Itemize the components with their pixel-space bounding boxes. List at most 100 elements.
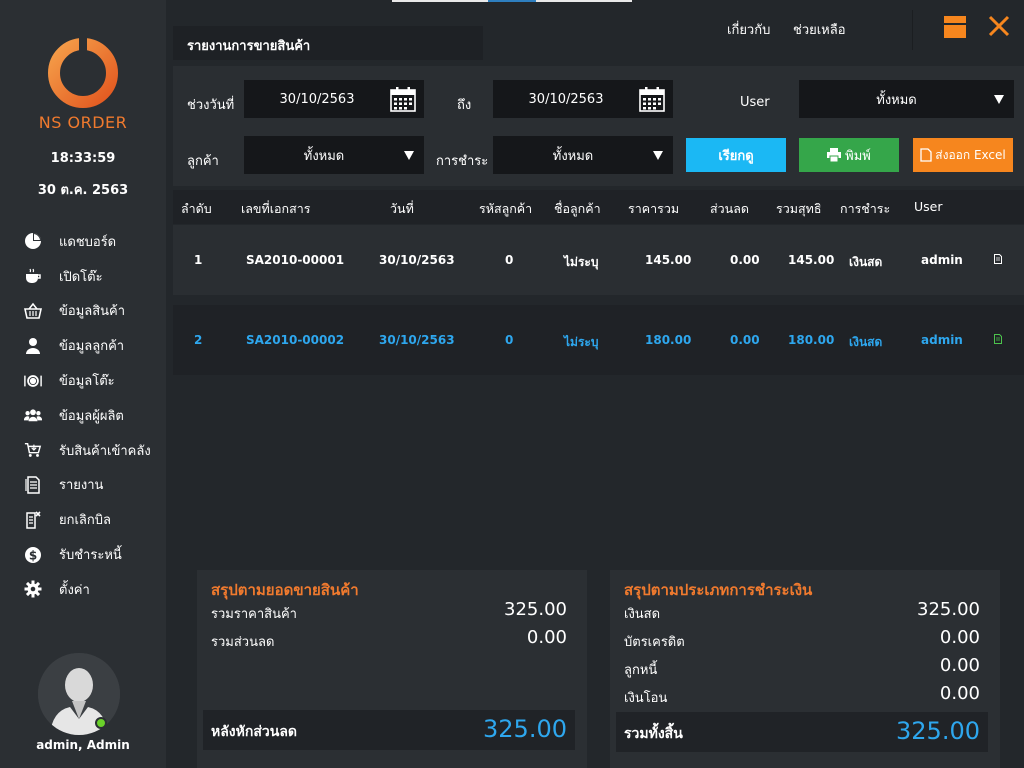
close-icon[interactable]: [988, 15, 1010, 37]
summary-value: 325.00: [917, 599, 980, 620]
payment-select-value: ทั้งหมด: [552, 148, 594, 164]
summary-value: 0.00: [939, 627, 980, 648]
top-tab-strips: [392, 0, 632, 2]
customer-select[interactable]: ทั้งหมด: [244, 136, 424, 174]
table-row[interactable]: 2 SA2010-00002 30/10/2563 0 ไม่ระบุ 180.…: [173, 305, 1024, 375]
avatar[interactable]: [38, 653, 120, 735]
customer-label: ลูกค้า: [187, 154, 219, 169]
sidebar-item-label: รับชำระหนี้: [59, 548, 122, 564]
column-header[interactable]: User: [914, 199, 943, 214]
column-header[interactable]: ลำดับ: [181, 199, 212, 219]
sidebar-item-debt-payment[interactable]: $ รับชำระหนี้: [0, 537, 166, 572]
table-row[interactable]: 1 SA2010-00001 30/10/2563 0 ไม่ระบุ 145.…: [173, 225, 1024, 295]
search-button[interactable]: เรียกดู: [686, 138, 786, 172]
gear-icon: [24, 580, 42, 598]
summary-value: 325.00: [504, 599, 567, 620]
cell-no: 2: [194, 333, 203, 347]
group-icon: [24, 406, 42, 424]
cell-payment: เงินสด: [849, 335, 883, 349]
export-excel-label: ส่งออก Excel: [935, 147, 1006, 162]
column-header[interactable]: ราคารวม: [628, 199, 679, 219]
user-silhouette-icon: [38, 653, 120, 735]
clock: 18:33:59: [50, 151, 116, 166]
current-date: 30 ต.ค. 2563: [37, 183, 129, 198]
sidebar-item-label: ตั้งค่า: [59, 582, 90, 598]
summary-value: 0.00: [939, 683, 980, 704]
cell-net: 180.00: [788, 333, 835, 347]
document-icon: [24, 476, 42, 494]
cell-total: 180.00: [645, 333, 692, 347]
export-excel-button[interactable]: ส่งออก Excel: [913, 138, 1013, 172]
user-filter-label: User: [740, 95, 770, 110]
about-link[interactable]: เกี่ยวกับ: [727, 19, 770, 40]
date-to-field[interactable]: 30/10/2563: [493, 80, 673, 118]
sidebar-item-customers[interactable]: ข้อมูลลูกค้า: [0, 328, 166, 363]
column-header[interactable]: เลขที่เอกสาร: [241, 199, 310, 219]
header-divider: [912, 10, 913, 50]
online-status-indicator: [95, 717, 107, 729]
column-header[interactable]: ชื่อลูกค้า: [554, 199, 601, 219]
cancel-doc-icon: [24, 511, 42, 529]
brand-name: NS ORDER: [38, 113, 128, 132]
summary-value: 0.00: [939, 655, 980, 676]
sidebar-item-products[interactable]: ข้อมูลสินค้า: [0, 294, 166, 329]
sidebar-item-open-table[interactable]: เปิดโต๊ะ: [0, 259, 166, 294]
sidebar-item-label: เปิดโต๊ะ: [59, 269, 103, 285]
column-header[interactable]: ส่วนลด: [710, 199, 749, 219]
sidebar-item-label: แดชบอร์ด: [59, 234, 117, 250]
cell-doc: SA2010-00002: [246, 333, 345, 347]
help-link[interactable]: ช่วยเหลือ: [793, 19, 846, 40]
page-title: รายงานการขายสินค้า: [173, 26, 483, 60]
print-button-label: พิมพ์: [845, 148, 871, 164]
sidebar-menu: แดชบอร์ด เปิดโต๊ะ ข้อมูลสินค้า ข้อมูลลูก…: [0, 224, 166, 607]
summary-value: 0.00: [526, 627, 567, 648]
customer-select-value: ทั้งหมด: [303, 148, 345, 164]
cell-net: 145.00: [788, 253, 835, 267]
sidebar-item-tables[interactable]: ข้อมูลโต๊ะ: [0, 363, 166, 398]
sidebar-item-cancel-bill[interactable]: ยกเลิกบิล: [0, 502, 166, 537]
calendar-icon[interactable]: [639, 86, 665, 112]
total-value: 325.00: [483, 715, 567, 743]
date-to-label: ถึง: [457, 98, 472, 113]
sidebar-item-dashboard[interactable]: แดชบอร์ด: [0, 224, 166, 259]
calendar-icon[interactable]: [390, 86, 416, 112]
summary-label: ลูกหนี้: [624, 663, 658, 678]
column-header[interactable]: วันที่: [390, 199, 414, 219]
sidebar-item-label: รับสินค้าเข้าคลัง: [59, 443, 151, 459]
summary-label: เงินสด: [624, 607, 661, 622]
sidebar-item-settings[interactable]: ตั้งค่า: [0, 572, 166, 607]
sidebar-item-reports[interactable]: รายงาน: [0, 468, 166, 503]
cell-total: 145.00: [645, 253, 692, 267]
column-header[interactable]: การชำระ: [840, 199, 890, 219]
cell-user: admin: [921, 333, 963, 347]
column-header[interactable]: รหัสลูกค้า: [479, 199, 532, 219]
sidebar-item-receive-stock[interactable]: รับสินค้าเข้าคลัง: [0, 433, 166, 468]
date-from-field[interactable]: 30/10/2563: [244, 80, 424, 118]
pie-chart-icon: [24, 232, 42, 250]
column-header[interactable]: รวมสุทธิ: [776, 199, 821, 219]
print-button[interactable]: พิมพ์: [799, 138, 899, 172]
sidebar-item-label: ข้อมูลผู้ผลิต: [59, 408, 124, 424]
filter-panel: ช่วงวันที่ 30/10/2563 ถึง 30/10/2563 Use…: [173, 66, 1024, 186]
payment-select[interactable]: ทั้งหมด: [493, 136, 673, 174]
payment-summary-title: สรุปตามประเภทการชำระเงิน: [624, 581, 813, 599]
user-select[interactable]: ทั้งหมด: [799, 80, 1014, 118]
file-icon: [920, 148, 932, 162]
cell-discount: 0.00: [730, 333, 760, 347]
sales-summary-title: สรุปตามยอดขายสินค้า: [211, 581, 359, 599]
date-from-value: 30/10/2563: [279, 91, 355, 107]
user-name: admin, Admin: [36, 738, 130, 752]
date-range-label: ช่วงวันที่: [187, 98, 235, 113]
total-label: หลังหักส่วนลด: [211, 724, 297, 740]
minimize-window-icon[interactable]: [944, 16, 966, 38]
summary-label: รวมส่วนลด: [211, 635, 275, 650]
document-icon[interactable]: [994, 254, 1002, 264]
payment-summary-panel: สรุปตามประเภทการชำระเงิน เงินสด 325.00 บ…: [610, 570, 1000, 768]
summary-label: บัตรเครดิต: [624, 635, 685, 650]
summary-label: เงินโอน: [624, 691, 668, 706]
document-icon[interactable]: [994, 334, 1002, 344]
cell-doc: SA2010-00001: [246, 253, 345, 267]
sidebar-item-suppliers[interactable]: ข้อมูลผู้ผลิต: [0, 398, 166, 433]
coffee-cup-icon: [24, 267, 42, 285]
cell-payment: เงินสด: [849, 255, 883, 269]
